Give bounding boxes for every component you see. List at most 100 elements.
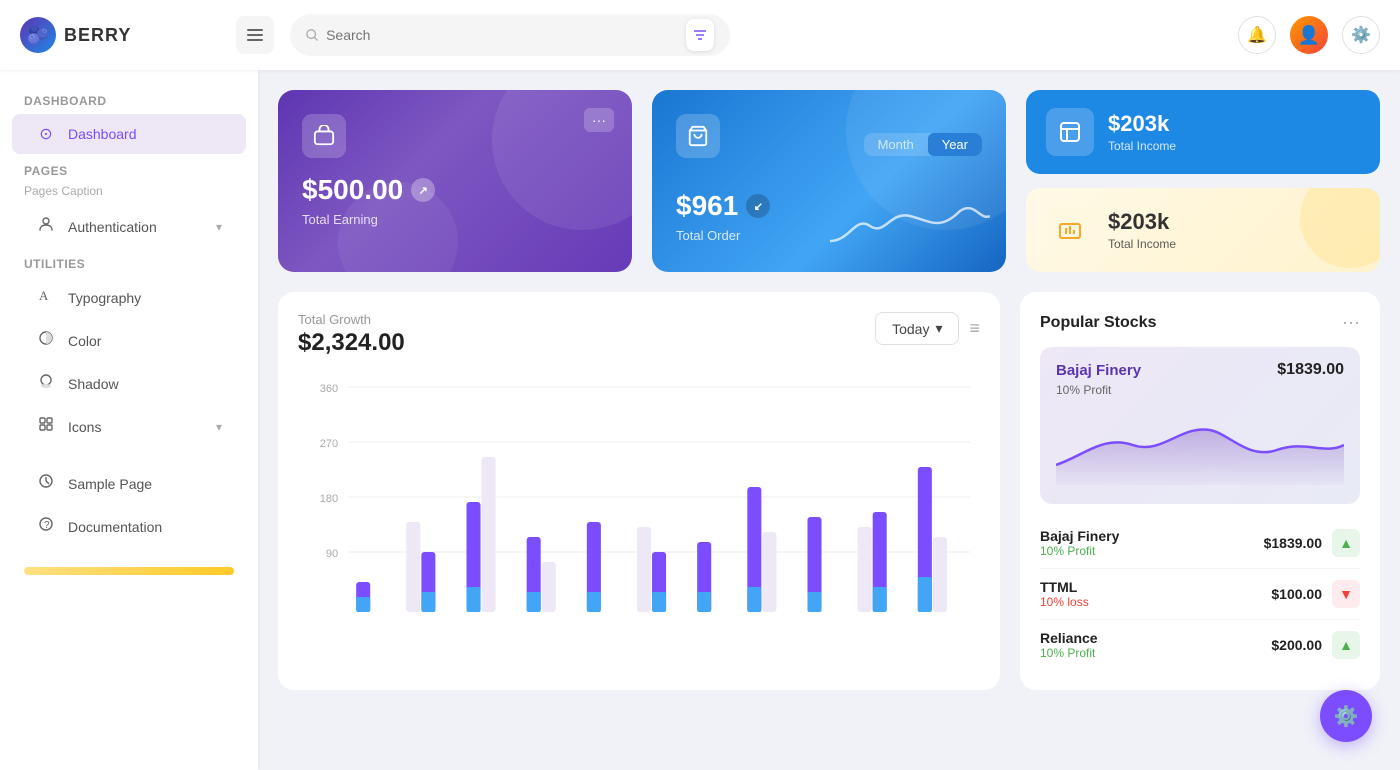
income1-amount: $203k [1108,111,1176,137]
stock-name: TTML [1040,579,1089,595]
earning-card: ··· $500.00 ↗ Total Earning [278,90,632,272]
order-card-icon [676,114,720,158]
topnav: 🫐 BERRY 🔔 👤 ⚙️ [0,0,1400,70]
stocks-header: Popular Stocks ··· [1040,312,1360,333]
stock-price: $200.00 [1271,637,1322,653]
featured-name: Bajaj Finery [1056,362,1141,379]
dashboard-section-label: Dashboard [0,86,258,112]
logo-area: 🫐 BERRY [20,17,220,53]
income2-card: $203k Total Income [1026,188,1380,272]
sidebar-dashboard-label: Dashboard [68,126,137,142]
order-card-top: Month Year [676,114,982,174]
today-filter-button[interactable]: Today ▾ [875,312,959,345]
sidebar-item-dashboard[interactable]: ⊙ Dashboard [12,114,246,154]
earning-amount: $500.00 ↗ [302,174,608,206]
notification-button[interactable]: 🔔 [1238,16,1276,54]
sidebar-item-shadow[interactable]: Shadow [12,363,246,404]
stocks-title: Popular Stocks [1040,314,1156,332]
stocks-more-button[interactable]: ··· [1342,312,1360,333]
income1-label: Total Income [1108,139,1176,153]
featured-profit: 10% Profit [1056,383,1344,397]
today-label: Today [892,321,929,337]
sidebar-item-color[interactable]: Color [12,320,246,361]
chart-menu-button[interactable]: ≡ [969,318,980,339]
sidebar-item-documentation[interactable]: ? Documentation [12,506,246,547]
menu-button[interactable] [236,16,274,54]
stock-name: Bajaj Finery [1040,528,1119,544]
search-icon [306,28,318,42]
order-toggle: Month Year [864,133,982,156]
earning-more-button[interactable]: ··· [584,108,614,132]
stock-list: Bajaj Finery 10% Profit $1839.00 ▲ TTML … [1040,518,1360,670]
svg-text:270: 270 [320,438,338,450]
order-trend-icon: ↙ [746,194,770,218]
svg-text:360: 360 [320,383,338,395]
avatar-button[interactable]: 👤 [1290,16,1328,54]
search-input[interactable] [326,27,678,43]
sample-page-icon [36,473,56,494]
main-content: ··· $500.00 ↗ Total Earning Month Year [258,70,1400,770]
auth-chevron-icon: ▾ [216,220,222,234]
search-box [290,14,730,56]
stock-name-col: Reliance 10% Profit [1040,630,1098,660]
app-name: BERRY [64,25,131,46]
income2-amount: $203k [1108,209,1176,235]
order-card: Month Year $961 ↙ Total Order [652,90,1006,272]
sidebar-item-typography[interactable]: A Typography [12,277,246,318]
utilities-section-label: Utilities [0,249,258,275]
income1-icon [1046,108,1094,156]
order-wave-chart [830,196,990,256]
settings-button[interactable]: ⚙️ [1342,16,1380,54]
logo-icon: 🫐 [20,17,56,53]
top-cards-row: ··· $500.00 ↗ Total Earning Month Year [278,90,1380,272]
main-layout: Dashboard ⊙ Dashboard Pages Pages Captio… [0,70,1400,770]
sidebar-item-authentication[interactable]: Authentication ▾ [12,206,246,247]
fab-button[interactable]: ⚙️ [1320,690,1372,742]
income1-text: $203k Total Income [1108,111,1176,153]
sidebar-highlight [24,567,234,575]
chart-card: Total Growth $2,324.00 Today ▾ ≡ [278,292,1000,690]
stock-list-item: Bajaj Finery 10% Profit $1839.00 ▲ [1040,518,1360,569]
stock-name-col: TTML 10% loss [1040,579,1089,609]
stock-name: Reliance [1040,630,1098,646]
color-icon [36,330,56,351]
pages-section-label: Pages [0,156,258,182]
bar-chart-svg: 360 270 180 90 [298,367,980,627]
svg-text:A: A [39,288,49,303]
icons-label: Icons [68,419,101,435]
stock-list-item: Reliance 10% Profit $200.00 ▲ [1040,620,1360,670]
icons-icon [36,416,56,437]
right-cards: $203k Total Income $203k Total Income [1026,90,1380,272]
chart-amount: $2,324.00 [298,329,405,357]
stock-trend-badge: ▲ [1332,631,1360,659]
svg-text:?: ? [44,520,50,531]
sidebar-item-sample-page[interactable]: Sample Page [12,463,246,504]
year-toggle-button[interactable]: Year [928,133,982,156]
stock-percent: 10% loss [1040,595,1089,609]
earning-card-icon [302,114,346,158]
search-filter-button[interactable] [686,19,714,51]
dashboard-icon: ⊙ [36,124,56,144]
shadow-icon [36,373,56,394]
stock-list-item: TTML 10% loss $100.00 ▼ [1040,569,1360,620]
stock-name-col: Bajaj Finery 10% Profit [1040,528,1119,558]
shadow-label: Shadow [68,376,119,392]
bottom-row: Total Growth $2,324.00 Today ▾ ≡ [278,292,1380,690]
earning-label: Total Earning [302,212,608,227]
bar-chart-area: 360 270 180 90 [298,367,980,627]
typography-label: Typography [68,290,141,306]
chart-header: Total Growth $2,324.00 Today ▾ ≡ [298,312,980,357]
income2-text: $203k Total Income [1108,209,1176,251]
chart-titles: Total Growth $2,324.00 [298,312,405,357]
stock-trend-badge: ▲ [1332,529,1360,557]
featured-stock-top: Bajaj Finery $1839.00 [1056,361,1344,379]
topnav-right: 🔔 👤 ⚙️ [1238,16,1380,54]
month-toggle-button[interactable]: Month [864,133,928,156]
documentation-label: Documentation [68,519,162,535]
typography-icon: A [36,287,56,308]
dropdown-arrow-icon: ▾ [935,320,942,337]
sidebar-item-icons[interactable]: Icons ▾ [12,406,246,447]
featured-stock-chart [1056,405,1344,485]
stock-price: $1839.00 [1264,535,1322,551]
chart-title: Total Growth [298,312,405,327]
